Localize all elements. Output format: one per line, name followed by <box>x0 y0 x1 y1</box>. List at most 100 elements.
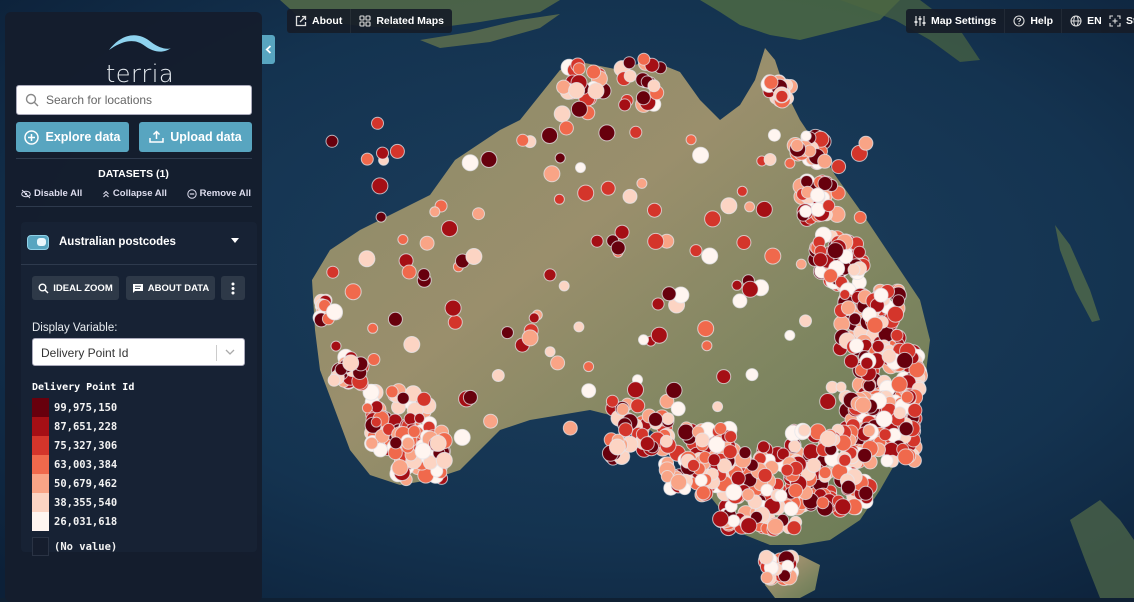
postcode-point[interactable] <box>897 448 915 466</box>
postcode-point[interactable] <box>637 52 651 66</box>
display-variable-select[interactable]: Delivery Point Id <box>32 338 245 366</box>
postcode-point[interactable] <box>819 393 837 410</box>
postcode-point[interactable] <box>465 248 483 265</box>
postcode-point[interactable] <box>692 146 710 164</box>
postcode-point[interactable] <box>544 346 556 358</box>
postcode-point[interactable] <box>587 82 605 100</box>
postcode-point[interactable] <box>823 268 839 284</box>
postcode-point[interactable] <box>677 423 695 441</box>
postcode-point[interactable] <box>627 381 644 399</box>
postcode-point[interactable] <box>701 247 719 265</box>
postcode-point[interactable] <box>687 458 700 472</box>
postcode-point[interactable] <box>622 188 638 204</box>
postcode-point[interactable] <box>819 430 837 448</box>
postcode-point[interactable] <box>581 383 597 399</box>
postcode-point[interactable] <box>416 391 432 407</box>
postcode-point[interactable] <box>541 127 559 144</box>
postcode-point[interactable] <box>360 152 374 166</box>
postcode-point[interactable] <box>831 159 847 175</box>
help-button[interactable]: Help <box>1005 9 1063 33</box>
postcode-point[interactable] <box>701 340 713 352</box>
postcode-point[interactable] <box>568 82 586 99</box>
postcode-point[interactable] <box>695 485 711 501</box>
collapse-panel-button[interactable] <box>262 35 275 64</box>
postcode-point[interactable] <box>661 286 677 302</box>
postcode-point[interactable] <box>694 432 710 448</box>
postcode-point[interactable] <box>736 235 752 250</box>
postcode-point[interactable] <box>630 398 646 414</box>
postcode-point[interactable] <box>461 154 479 172</box>
postcode-point[interactable] <box>543 268 557 282</box>
postcode-point[interactable] <box>600 180 616 196</box>
postcode-point[interactable] <box>890 328 904 342</box>
postcode-point[interactable] <box>543 165 561 183</box>
postcode-point[interactable] <box>401 436 415 450</box>
postcode-point[interactable] <box>419 235 435 251</box>
postcode-point[interactable] <box>767 128 781 142</box>
postcode-point[interactable] <box>462 389 478 405</box>
postcode-point[interactable] <box>562 420 578 436</box>
postcode-point[interactable] <box>758 549 774 565</box>
postcode-point[interactable] <box>818 466 832 480</box>
related-maps-button[interactable]: Related Maps <box>351 9 452 33</box>
postcode-point[interactable] <box>826 242 844 260</box>
postcode-point[interactable] <box>528 312 540 324</box>
postcode-point[interactable] <box>812 252 828 268</box>
postcode-point[interactable] <box>550 355 566 371</box>
postcode-point[interactable] <box>516 133 530 147</box>
postcode-point[interactable] <box>816 496 830 510</box>
postcode-point[interactable] <box>724 430 738 444</box>
postcode-point[interactable] <box>788 439 802 453</box>
postcode-point[interactable] <box>689 244 703 258</box>
postcode-point[interactable] <box>444 299 462 317</box>
postcode-point[interactable] <box>483 413 499 429</box>
postcode-point[interactable] <box>371 177 389 195</box>
postcode-point[interactable] <box>797 423 811 437</box>
postcode-point[interactable] <box>790 138 804 152</box>
postcode-point[interactable] <box>707 453 721 467</box>
upload-data-button[interactable]: Upload data <box>139 122 252 152</box>
postcode-point[interactable] <box>572 62 586 76</box>
ideal-zoom-button[interactable]: IDEAL ZOOM <box>32 276 119 300</box>
postcode-point[interactable] <box>665 381 683 399</box>
postcode-point[interactable] <box>720 197 738 215</box>
postcode-point[interactable] <box>806 457 822 473</box>
postcode-point[interactable] <box>397 234 409 245</box>
postcode-point[interactable] <box>714 422 728 435</box>
postcode-point[interactable] <box>799 314 812 328</box>
postcode-point[interactable] <box>775 89 789 103</box>
postcode-point[interactable] <box>670 473 688 491</box>
postcode-point[interactable] <box>800 175 814 188</box>
postcode-point[interactable] <box>784 329 796 341</box>
postcode-point[interactable] <box>800 130 812 142</box>
postcode-point[interactable] <box>852 245 866 259</box>
postcode-point[interactable] <box>414 442 432 460</box>
postcode-point[interactable] <box>896 351 914 369</box>
postcode-point[interactable] <box>553 105 571 123</box>
postcode-point[interactable] <box>880 454 894 468</box>
map-settings-button[interactable]: Map Settings <box>906 9 1006 33</box>
postcode-point[interactable] <box>892 294 905 308</box>
disable-all-button[interactable]: Disable All <box>21 188 82 199</box>
postcode-point[interactable] <box>854 396 872 414</box>
postcode-point[interactable] <box>325 134 339 148</box>
postcode-point[interactable] <box>500 326 514 340</box>
postcode-point[interactable] <box>367 322 379 334</box>
postcode-point[interactable] <box>367 353 381 366</box>
postcode-point[interactable] <box>898 421 914 437</box>
postcode-point[interactable] <box>840 479 856 495</box>
postcode-point[interactable] <box>697 320 715 338</box>
postcode-point[interactable] <box>608 438 626 456</box>
postcode-point[interactable] <box>598 124 616 142</box>
postcode-point[interactable] <box>396 391 410 405</box>
explore-data-button[interactable]: Explore data <box>16 122 129 152</box>
postcode-point[interactable] <box>618 98 632 112</box>
postcode-point[interactable] <box>839 289 851 300</box>
postcode-point[interactable] <box>887 305 904 323</box>
postcode-point[interactable] <box>727 514 741 528</box>
layer-visibility-toggle[interactable] <box>27 235 49 250</box>
postcode-point[interactable] <box>860 356 874 370</box>
postcode-point[interactable] <box>858 135 874 151</box>
postcode-point[interactable] <box>795 258 807 270</box>
postcode-point[interactable] <box>871 339 885 353</box>
